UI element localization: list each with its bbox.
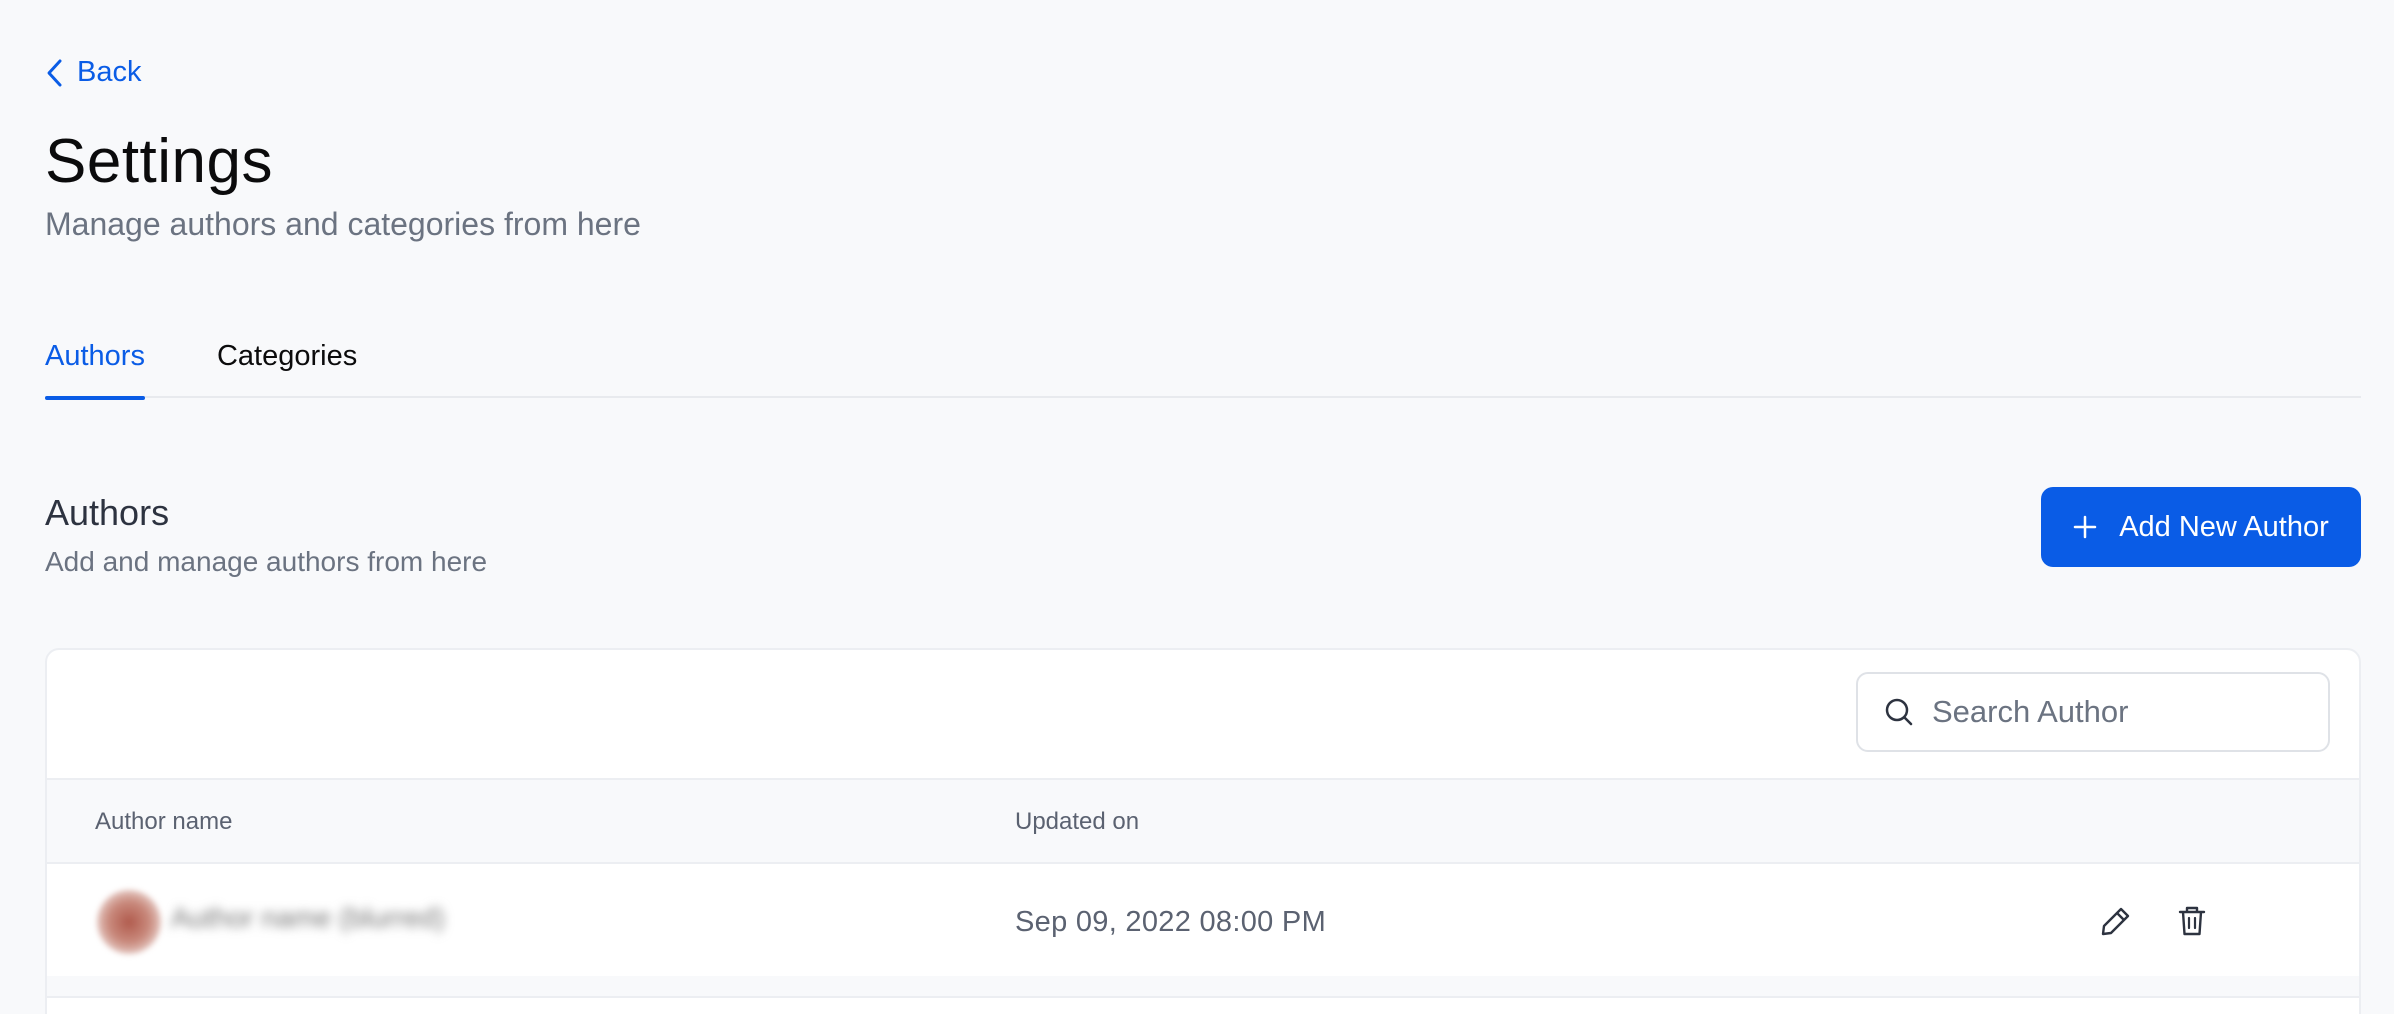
- section-title: Authors: [45, 492, 170, 533]
- updated-on: Sep 09, 2022 08:00 PM: [1015, 906, 1327, 938]
- table-row-divider: [47, 976, 2359, 998]
- page-subtitle: Manage authors and categories from here: [45, 206, 641, 242]
- table-row: Author name (blurred) Sep 09, 2022 08:00…: [47, 864, 2359, 976]
- add-new-author-button[interactable]: Add New Author: [2041, 487, 2361, 567]
- pencil-icon[interactable]: [2099, 904, 2133, 938]
- tab-bar: Authors Categories: [45, 320, 2361, 400]
- settings-page: Back Settings Manage authors and categor…: [0, 0, 2394, 1014]
- tab-authors[interactable]: Authors: [45, 320, 145, 400]
- section-subtitle: Add and manage authors from here: [45, 546, 488, 577]
- search-box[interactable]: [1856, 672, 2330, 752]
- page-title: Settings: [45, 127, 274, 196]
- avatar: [97, 890, 161, 954]
- trash-icon[interactable]: [2175, 904, 2209, 938]
- tab-categories[interactable]: Categories: [217, 320, 357, 398]
- back-label: Back: [77, 56, 142, 88]
- authors-table-card: Author name Updated on Author name (blur…: [45, 648, 2361, 1014]
- column-header-updated-on: Updated on: [1015, 808, 1140, 835]
- search-input[interactable]: [1932, 694, 2312, 730]
- table-header: Author name Updated on: [47, 778, 2359, 864]
- back-link[interactable]: Back: [45, 56, 141, 89]
- add-new-author-label: Add New Author: [2119, 510, 2329, 543]
- chevron-left-icon: [47, 59, 62, 86]
- plus-icon: [2073, 515, 2097, 539]
- author-name: Author name (blurred): [171, 902, 445, 933]
- column-header-author-name: Author name: [95, 808, 233, 835]
- search-icon: [1885, 698, 1913, 726]
